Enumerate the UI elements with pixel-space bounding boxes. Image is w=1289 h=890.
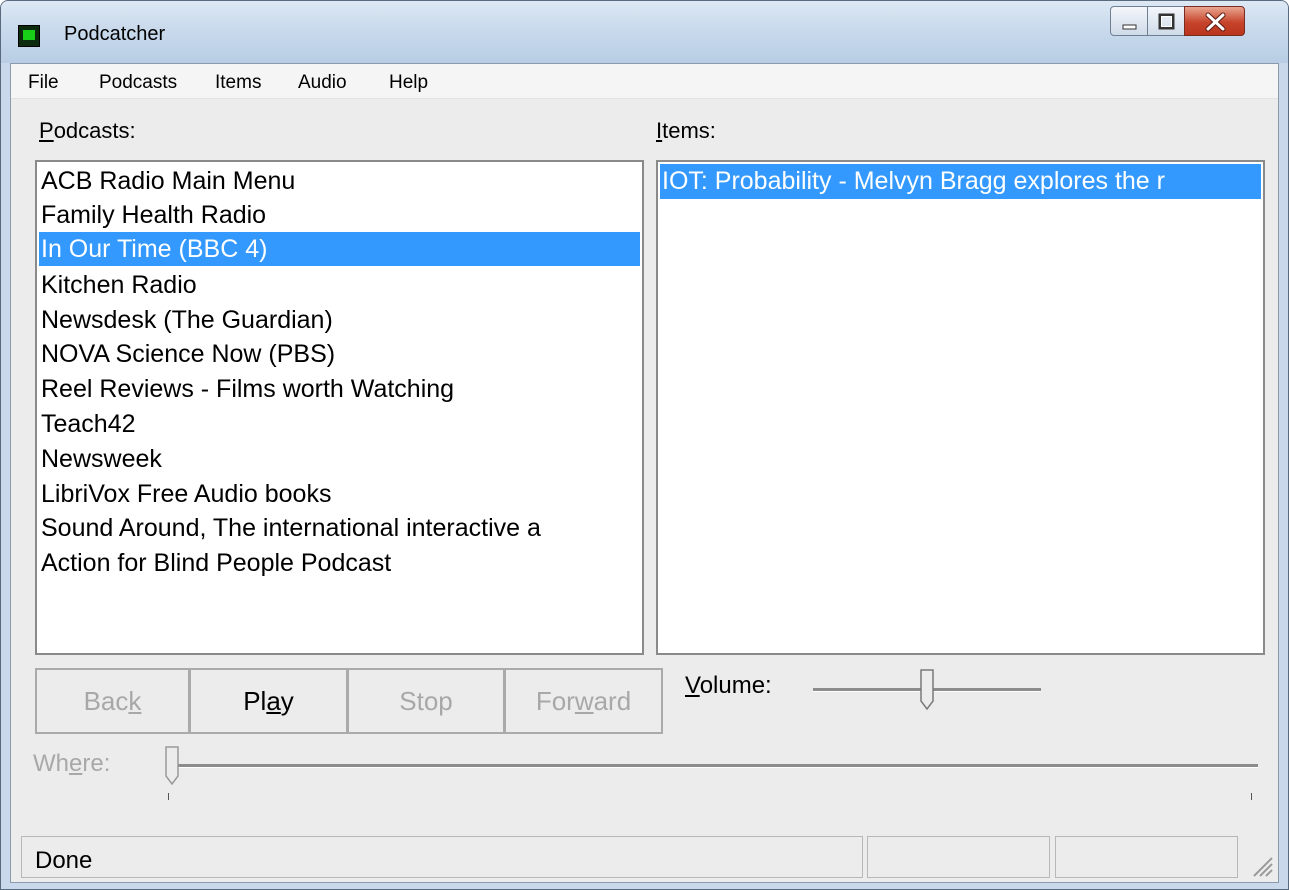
podcast-list-item[interactable]: Reel Reviews - Films worth Watching bbox=[41, 372, 454, 406]
minimize-button[interactable] bbox=[1110, 6, 1148, 36]
window-title: Podcatcher bbox=[64, 23, 166, 45]
item-list-item-selected[interactable]: IOT: Probability - Melvyn Bragg explores… bbox=[660, 164, 1261, 199]
back-button[interactable]: Back bbox=[35, 668, 190, 734]
menu-help[interactable]: Help bbox=[389, 72, 428, 94]
position-tick-start bbox=[168, 793, 169, 800]
podcast-list-item[interactable]: Kitchen Radio bbox=[41, 268, 197, 302]
status-text: Done bbox=[35, 847, 93, 874]
podcast-list-item[interactable]: Family Health Radio bbox=[41, 198, 266, 232]
volume-slider-thumb[interactable] bbox=[919, 669, 935, 711]
podcast-list-item[interactable]: Action for Blind People Podcast bbox=[41, 546, 391, 580]
position-slider-thumb[interactable] bbox=[164, 746, 180, 786]
podcast-list-item[interactable]: Newsdesk (The Guardian) bbox=[41, 303, 333, 337]
podcast-list-item[interactable]: Teach42 bbox=[41, 407, 136, 441]
status-pane-3 bbox=[1055, 836, 1238, 878]
stop-button[interactable]: Stop bbox=[347, 668, 505, 734]
menu-file[interactable]: File bbox=[28, 72, 59, 94]
status-pane-2 bbox=[867, 836, 1050, 878]
play-button[interactable]: Play bbox=[189, 668, 348, 734]
items-label: Items: bbox=[656, 118, 716, 143]
menu-items[interactable]: Items bbox=[215, 72, 261, 94]
menu-bar: File Podcasts Items Audio Help bbox=[11, 64, 1278, 99]
podcast-list-item-selected[interactable]: In Our Time (BBC 4) bbox=[39, 232, 640, 266]
podcast-list-item[interactable]: LibriVox Free Audio books bbox=[41, 477, 331, 511]
where-label: Where: bbox=[33, 750, 111, 777]
title-bar[interactable]: Podcatcher bbox=[1, 1, 1288, 63]
menu-podcasts[interactable]: Podcasts bbox=[99, 72, 177, 94]
status-pane-main bbox=[21, 836, 863, 878]
podcast-list-item[interactable]: ACB Radio Main Menu bbox=[41, 164, 295, 198]
menu-audio[interactable]: Audio bbox=[298, 72, 347, 94]
podcatcher-app-icon[interactable] bbox=[18, 25, 40, 47]
podcasts-list[interactable]: ACB Radio Main Menu Family Health Radio … bbox=[35, 160, 644, 655]
podcast-list-item[interactable]: Newsweek bbox=[41, 442, 162, 476]
client-area: File Podcasts Items Audio Help Podcasts:… bbox=[10, 63, 1279, 883]
podcast-list-item[interactable]: Sound Around, The international interact… bbox=[41, 511, 541, 545]
minimize-icon bbox=[1122, 24, 1137, 30]
position-slider-track[interactable] bbox=[170, 764, 1258, 768]
close-icon bbox=[1205, 12, 1226, 32]
resize-grip-icon[interactable] bbox=[1248, 852, 1274, 878]
forward-button[interactable]: Forward bbox=[504, 668, 663, 734]
podcasts-label: Podcasts: bbox=[39, 118, 136, 143]
items-list[interactable]: IOT: Probability - Melvyn Bragg explores… bbox=[656, 160, 1265, 655]
position-tick-end bbox=[1251, 793, 1252, 800]
podcast-list-item[interactable]: NOVA Science Now (PBS) bbox=[41, 337, 335, 371]
volume-label: Volume: bbox=[685, 672, 772, 699]
close-button[interactable] bbox=[1184, 6, 1245, 36]
maximize-icon bbox=[1158, 13, 1175, 30]
app-window: Podcatcher File Podcasts Items Audio Hel… bbox=[0, 0, 1289, 890]
maximize-button[interactable] bbox=[1147, 6, 1185, 36]
status-bar: Done bbox=[11, 832, 1278, 882]
